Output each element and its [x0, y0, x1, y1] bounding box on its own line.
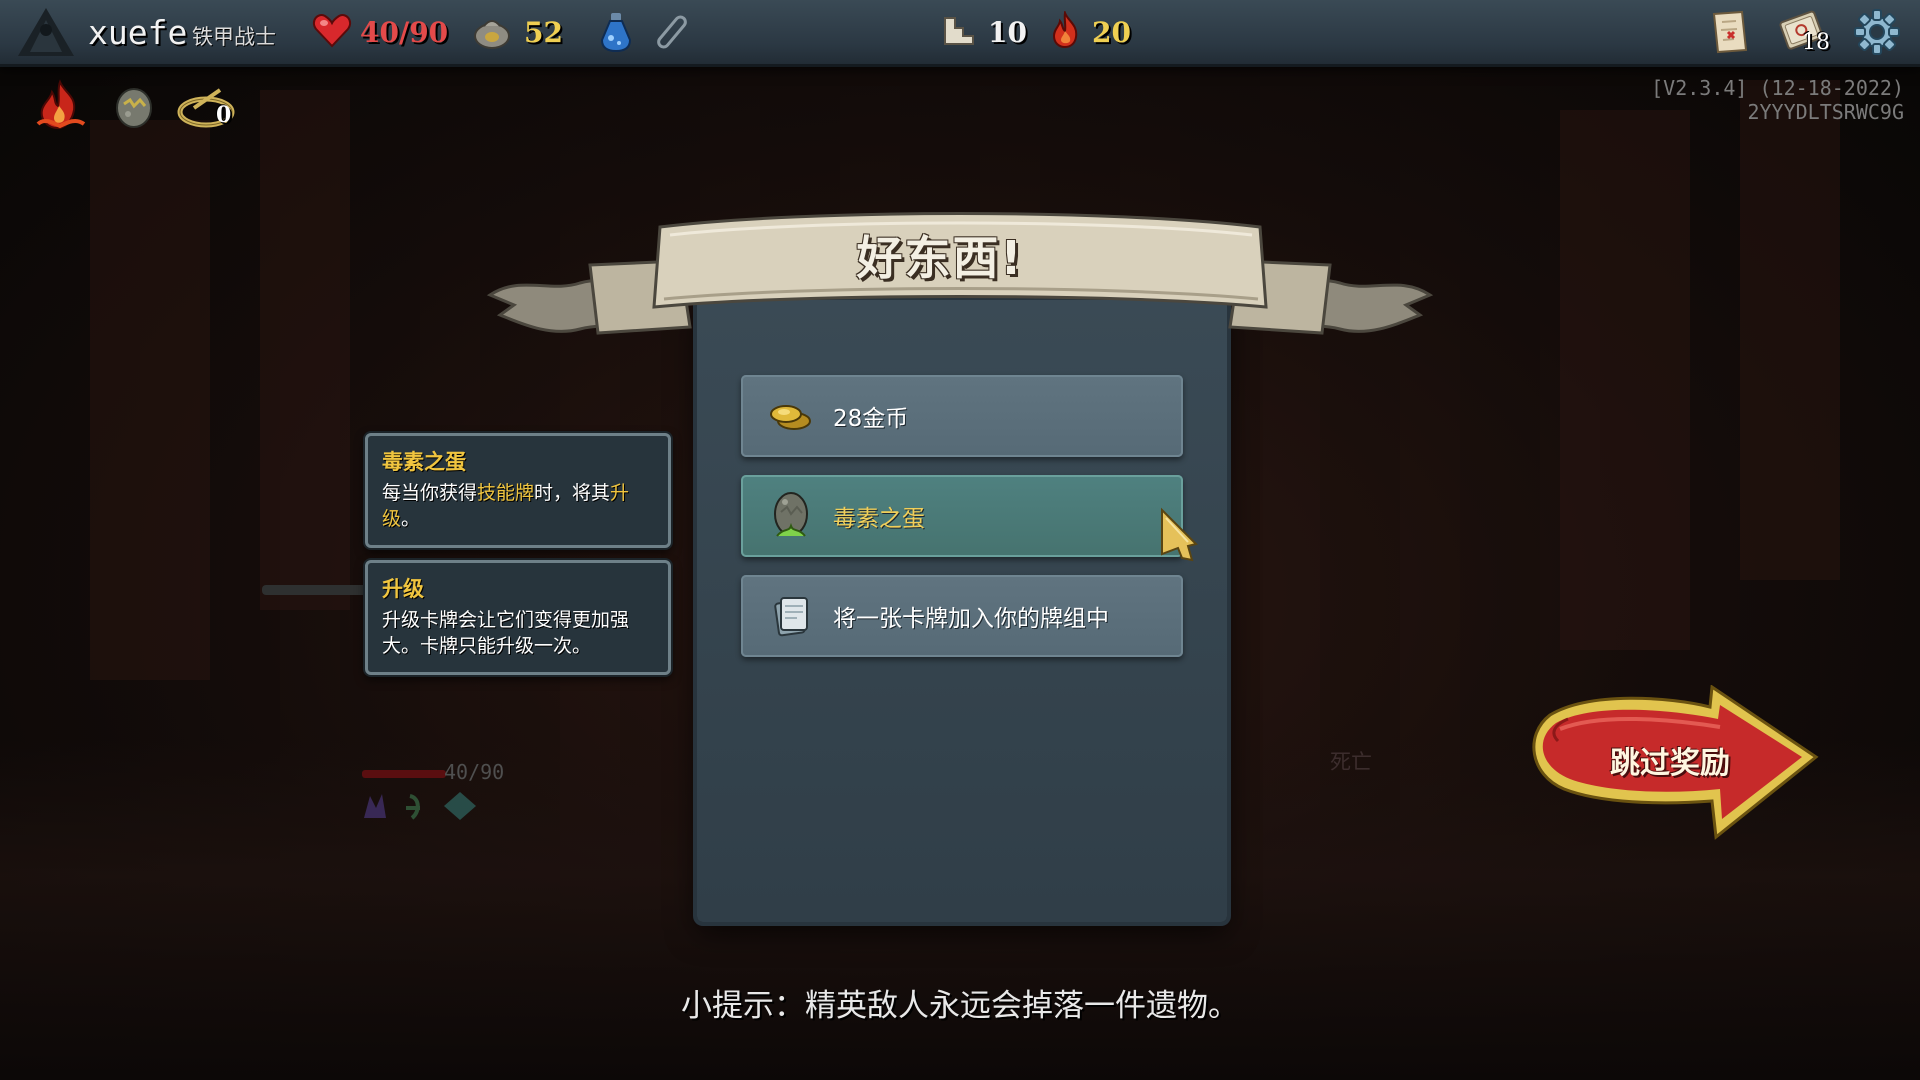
character-silhouette-icon	[14, 0, 78, 64]
ascension-display[interactable]: 20	[1048, 0, 1131, 64]
burning-blood-icon[interactable]	[30, 78, 90, 138]
relic-counter: 0	[216, 102, 232, 128]
tooltip-title: 毒素之蛋	[382, 450, 466, 474]
tooltip-body: 升级卡牌会让它们变得更加强大。卡牌只能升级一次。	[382, 609, 630, 657]
reward-card[interactable]: 将一张卡牌加入你的牌组中	[741, 575, 1183, 657]
floor-value: 10	[988, 15, 1027, 49]
faded-weapon-shape	[262, 585, 372, 595]
floor-display[interactable]: 10	[942, 0, 1027, 64]
reward-label: 28金币	[833, 406, 909, 432]
blue-potion-icon[interactable]	[596, 0, 636, 64]
background-pillar	[260, 90, 350, 610]
tooltip-keyword: 技能牌	[477, 482, 535, 504]
toxic-egg-icon	[763, 488, 819, 544]
background-pillar	[1560, 110, 1690, 650]
game-screen: xuefe 铁甲战士 40/90 52 10 20 18 0 [V2.3.4] …	[0, 0, 1920, 1080]
tooltip-text: 每当你获得	[382, 482, 478, 504]
floor-stairs-icon	[942, 13, 976, 51]
reward-label: 毒素之蛋	[833, 506, 925, 532]
keyword-tooltip: 升级 升级卡牌会让它们变得更加强大。卡牌只能升级一次。	[365, 560, 671, 675]
version-info: [V2.3.4] (12-18-2022) 2YYYDLTSRWC9G	[1651, 76, 1904, 124]
hp-value: 40/90	[360, 15, 449, 49]
deck-icon[interactable]: 18	[1774, 0, 1830, 64]
faded-hp-bar	[362, 770, 446, 778]
ascension-value: 20	[1092, 15, 1131, 49]
empty-potion-slot-icon[interactable]	[652, 0, 692, 64]
faded-power-icons	[360, 788, 490, 828]
banner-title: 好东西!	[856, 231, 1024, 285]
heart-icon	[312, 12, 352, 52]
tooltip-text: 。	[401, 508, 421, 530]
tooltip-text: 时，将其	[534, 482, 611, 504]
ascension-flame-icon	[1048, 9, 1082, 53]
relic-tooltip: 毒素之蛋 每当你获得技能牌时，将其升级。	[365, 433, 671, 548]
tooltip-title: 升级	[382, 577, 424, 601]
gold-value: 52	[524, 15, 563, 49]
skip-reward-button[interactable]	[1520, 685, 1820, 840]
reward-label: 将一张卡牌加入你的牌组中	[833, 606, 1109, 632]
reward-relic[interactable]: 毒素之蛋	[741, 475, 1183, 557]
juzu-bracelet-icon[interactable]: 0	[176, 78, 242, 138]
seed-line: 2YYYDLTSRWC9G	[1747, 100, 1904, 124]
tip-text: 小提示：精英敌人永远会掉落一件遗物。	[681, 988, 1239, 1024]
card-icon	[763, 588, 819, 644]
version-line: [V2.3.4] (12-18-2022)	[1651, 76, 1904, 100]
gold-pouch-icon	[470, 10, 514, 54]
player-class: 铁甲战士	[192, 25, 276, 49]
deck-count: 18	[1802, 30, 1830, 55]
map-icon[interactable]	[1706, 0, 1754, 64]
settings-gear-icon[interactable]	[1852, 0, 1902, 64]
cursor-pointer-icon	[1158, 506, 1202, 566]
faded-enemy-status: 死亡	[1330, 750, 1372, 774]
toxic-egg-relic-icon[interactable]	[112, 82, 156, 134]
top-bar: xuefe 铁甲战士 40/90 52 10 20 18	[0, 0, 1920, 67]
gold-coins-icon	[763, 388, 819, 444]
player-name: xuefe	[88, 12, 188, 52]
background-pillar	[90, 120, 210, 680]
hp-display[interactable]: 40/90	[312, 0, 448, 64]
gold-display[interactable]: 52	[470, 0, 563, 64]
reward-gold[interactable]: 28金币	[741, 375, 1183, 457]
faded-hp-text: 40/90	[444, 760, 505, 784]
background-pillar	[1740, 80, 1840, 580]
tooltip-body: 每当你获得技能牌时，将其升级。	[382, 480, 654, 532]
